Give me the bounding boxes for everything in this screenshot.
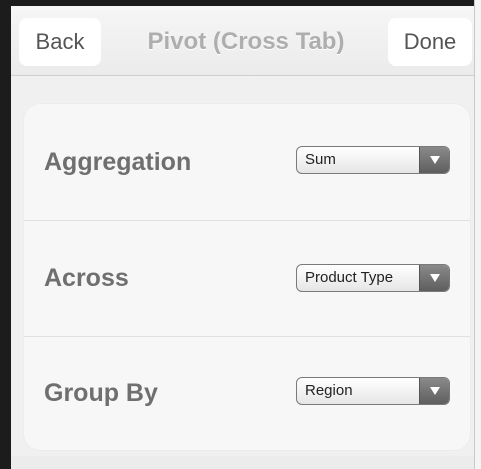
across-label: Across	[44, 264, 129, 292]
across-select[interactable]: Product Type	[296, 264, 450, 292]
aggregation-select[interactable]: Sum	[296, 146, 450, 174]
group-by-select-value: Region	[305, 382, 353, 399]
aggregation-row: Aggregation Sum	[24, 104, 470, 220]
page-title: Pivot (Cross Tab)	[147, 28, 345, 55]
group-by-label: Group By	[44, 379, 158, 407]
content-area: Aggregation Sum Across Product Type Grou…	[11, 76, 474, 469]
back-button[interactable]: Back	[19, 18, 101, 66]
group-by-select[interactable]: Region	[296, 377, 450, 405]
group-by-row: Group By Region	[24, 336, 470, 450]
navigation-bar: Back Pivot (Cross Tab) Done	[11, 6, 474, 76]
chevron-down-icon	[419, 265, 449, 291]
aggregation-label: Aggregation	[44, 147, 192, 176]
across-select-value: Product Type	[305, 269, 394, 286]
settings-group: Aggregation Sum Across Product Type Grou…	[24, 104, 470, 450]
done-button[interactable]: Done	[388, 18, 472, 66]
aggregation-select-value: Sum	[305, 151, 336, 168]
across-row: Across Product Type	[24, 220, 470, 336]
bottom-edge	[11, 456, 474, 469]
chevron-down-icon	[419, 147, 449, 173]
device-frame-right	[474, 0, 481, 469]
pivot-settings-screen: Back Pivot (Cross Tab) Done Aggregation …	[0, 0, 481, 469]
chevron-down-icon	[419, 378, 449, 404]
device-frame-left	[0, 0, 11, 469]
